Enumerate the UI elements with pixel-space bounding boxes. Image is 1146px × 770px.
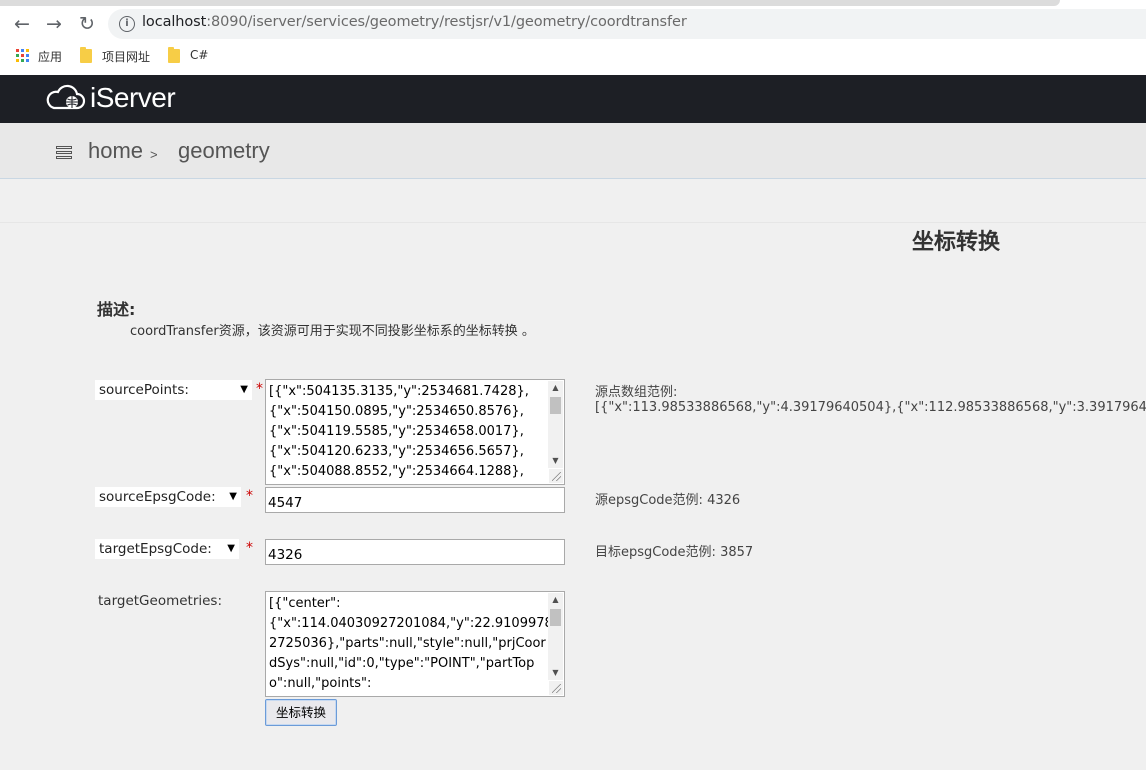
forward-icon[interactable]: → (42, 12, 66, 36)
description-text: coordTransfer资源，该资源可用于实现不同投影坐标系的坐标转换 。 (130, 324, 535, 339)
scroll-up-icon[interactable]: ▲ (548, 381, 563, 395)
target-epsg-input[interactable] (265, 539, 565, 565)
chevron-down-icon: ▼ (240, 384, 248, 395)
textarea-line: o":null,"points": (269, 676, 372, 691)
coord-transfer-submit-button[interactable]: 坐标转换 (265, 699, 337, 726)
source-points-label: sourcePoints: (99, 382, 189, 398)
textarea-line: {"x":504120.6233,"y":2534656.5657}, (269, 444, 524, 459)
breadcrumb: home > geometry (0, 123, 1146, 179)
divider (0, 222, 1146, 223)
server-list-icon (56, 146, 72, 159)
target-geometries-textarea[interactable]: [{"center": {"x":114.04030927201084,"y":… (265, 591, 565, 697)
required-marker: * (246, 488, 253, 504)
scroll-up-icon[interactable]: ▲ (548, 593, 563, 607)
address-bar[interactable]: i localhost:8090/iserver/services/geomet… (108, 9, 1146, 39)
scroll-thumb[interactable] (550, 397, 561, 414)
folder-icon (168, 47, 180, 63)
folder-icon (80, 47, 92, 63)
textarea-line: [{"x":504135.3135,"y":2534681.7428}, (269, 384, 529, 399)
resize-grip-icon[interactable] (549, 469, 563, 483)
bookmark-apps[interactable]: 应用 (38, 48, 62, 65)
source-epsg-select[interactable]: sourceEpsgCode: ▼ (95, 487, 241, 507)
back-icon[interactable]: ← (10, 12, 34, 36)
url-text[interactable]: localhost:8090/iserver/services/geometry… (142, 14, 687, 30)
chevron-down-icon: ▼ (227, 543, 235, 554)
page-title: 坐标转换 (912, 230, 1001, 255)
scroll-down-icon[interactable]: ▼ (548, 666, 563, 680)
brand-logo-text: iServer (90, 82, 176, 113)
required-marker: * (246, 540, 253, 556)
textarea-line: {"x":504150.0895,"y":2534650.8576}, (269, 404, 524, 419)
target-geometries-label: targetGeometries: (98, 593, 223, 609)
breadcrumb-separator: > (150, 147, 158, 162)
bookmark-csharp[interactable]: C# (190, 48, 208, 62)
bookmark-project-sites[interactable]: 项目网址 (102, 48, 150, 65)
source-epsg-hint: 源epsgCode范例: 4326 (595, 493, 741, 508)
chevron-down-icon: ▼ (229, 491, 237, 502)
source-points-select[interactable]: sourcePoints: ▼ (95, 380, 252, 400)
target-epsg-label: targetEpsgCode: (99, 541, 212, 557)
textarea-line: [{"center": (269, 596, 341, 611)
source-points-hint-label: 源点数组范例: (595, 385, 678, 400)
source-points-hint-value: [{"x":113.98533886568,"y":4.39179640504}… (595, 400, 1146, 415)
textarea-scrollbar[interactable]: ▲ ▼ (548, 381, 563, 468)
browser-toolbar: ← → ↻ i localhost:8090/iserver/services/… (0, 0, 1146, 75)
info-icon[interactable]: i (119, 16, 135, 32)
target-epsg-hint: 目标epsgCode范例: 3857 (595, 545, 754, 560)
source-epsg-label: sourceEpsgCode: (99, 489, 216, 505)
scroll-thumb[interactable] (550, 609, 561, 626)
textarea-line: {"x":504088.8552,"y":2534664.1288}, (269, 464, 524, 479)
source-points-textarea[interactable]: [{"x":504135.3135,"y":2534681.7428}, {"x… (265, 379, 565, 485)
breadcrumb-geometry-link[interactable]: geometry (178, 138, 270, 164)
textarea-line: {"x":114.04030927201084,"y":22.9109978 (269, 616, 553, 631)
breadcrumb-home-link[interactable]: home (88, 138, 143, 164)
cloud-globe-icon (46, 84, 86, 110)
source-epsg-input[interactable] (265, 487, 565, 513)
required-marker: * (256, 381, 263, 397)
description-label: 描述: (97, 300, 136, 319)
textarea-line: 2725036},"parts":null,"style":null,"prjC… (269, 636, 546, 651)
app-header: iServer (0, 75, 1146, 123)
tab-strip (0, 0, 1060, 6)
textarea-line: dSys":null,"id":0,"type":"POINT","partTo… (269, 656, 535, 671)
scroll-down-icon[interactable]: ▼ (548, 454, 563, 468)
reload-icon[interactable]: ↻ (75, 12, 99, 36)
textarea-scrollbar[interactable]: ▲ ▼ (548, 593, 563, 680)
textarea-line: {"x":504119.5585,"y":2534658.0017}, (269, 424, 524, 439)
url-path: :8090/iserver/services/geometry/restjsr/… (206, 14, 687, 30)
resize-grip-icon[interactable] (549, 681, 563, 695)
target-epsg-select[interactable]: targetEpsgCode: ▼ (95, 539, 239, 559)
url-host: localhost (142, 14, 207, 30)
